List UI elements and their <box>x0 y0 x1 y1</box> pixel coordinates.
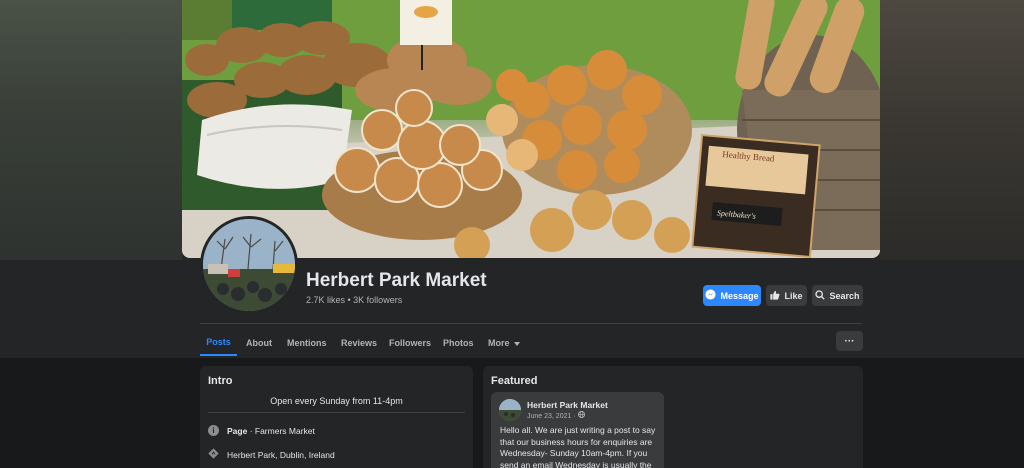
header-divider <box>200 323 862 324</box>
info-icon: i <box>208 425 219 436</box>
tab-mentions[interactable]: Mentions <box>287 330 327 356</box>
intro-divider <box>208 412 465 413</box>
message-button-label: Message <box>720 290 759 301</box>
intro-category: · Farmers Market <box>247 425 315 436</box>
tab-followers[interactable]: Followers <box>389 330 431 356</box>
cover-photo[interactable]: Healthy Bread Speltbaker's <box>182 0 880 258</box>
featured-title: Featured <box>491 375 538 387</box>
intro-category-row: i Page · Farmers Market <box>208 425 315 436</box>
intro-title: Intro <box>208 375 233 387</box>
tab-photos[interactable]: Photos <box>443 330 474 356</box>
featured-post-card[interactable]: Herbert Park Market June 23, 2021 · Hell… <box>491 392 664 468</box>
tab-reviews[interactable]: Reviews <box>341 330 377 356</box>
like-button-label: Like <box>784 290 803 301</box>
chevron-down-icon <box>513 338 520 348</box>
cover-blur-left <box>0 0 182 260</box>
cover-blur-right <box>880 0 1024 260</box>
search-icon <box>815 289 826 302</box>
thumbs-up-icon <box>770 290 780 302</box>
post-author[interactable]: Herbert Park Market <box>527 400 608 410</box>
tab-more-label: More <box>488 338 510 348</box>
messenger-icon <box>705 289 717 302</box>
intro-panel: Intro Open every Sunday from 11-4pm i Pa… <box>200 366 473 468</box>
intro-category-text: Page · Farmers Market <box>227 426 315 436</box>
page-title: Herbert Park Market <box>306 270 487 291</box>
intro-bio: Open every Sunday from 11-4pm <box>270 396 403 406</box>
cover-image-bread-stall: Healthy Bread Speltbaker's <box>182 0 880 258</box>
intro-location-row[interactable]: Herbert Park, Dublin, Ireland <box>208 448 335 461</box>
search-button[interactable]: Search <box>812 285 863 306</box>
page-stats[interactable]: 2.7K likes • 3K followers <box>306 295 402 305</box>
globe-icon <box>577 411 585 420</box>
page-avatar[interactable] <box>200 216 298 314</box>
location-pin-icon <box>208 448 219 461</box>
more-options-button[interactable]: ··· <box>836 331 863 351</box>
search-button-label: Search <box>829 290 860 301</box>
like-button[interactable]: Like <box>766 285 807 306</box>
post-body: Hello all. We are just writing a post to… <box>500 425 656 468</box>
tab-more[interactable]: More <box>488 330 520 356</box>
post-author-avatar[interactable] <box>499 399 521 421</box>
tab-about[interactable]: About <box>246 330 272 356</box>
post-date-row: June 23, 2021 · <box>527 411 585 420</box>
post-avatar-image <box>499 399 521 421</box>
tab-posts[interactable]: Posts <box>200 330 237 356</box>
intro-category-prefix: Page <box>227 425 248 436</box>
message-button[interactable]: Message <box>703 285 761 306</box>
intro-location[interactable]: Herbert Park, Dublin, Ireland <box>227 450 335 460</box>
post-date[interactable]: June 23, 2021 · <box>527 413 578 420</box>
featured-panel: Featured Herbert Park Market June 23, 20… <box>483 366 863 468</box>
